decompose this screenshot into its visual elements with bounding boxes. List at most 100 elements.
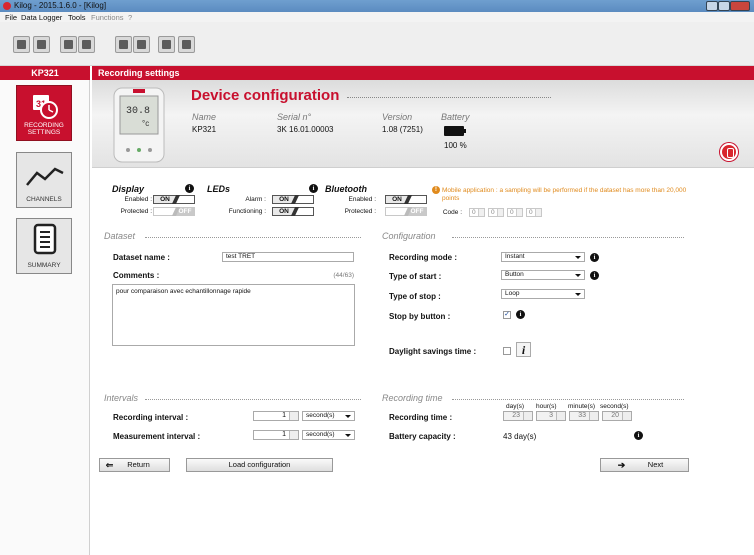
menu-functions[interactable]: Functions <box>91 13 124 22</box>
display-enabled-toggle[interactable]: ON <box>153 195 195 204</box>
export-icon[interactable] <box>133 36 150 53</box>
comments-label: Comments : <box>113 271 160 280</box>
info-icon[interactable]: i <box>185 184 194 193</box>
info-icon[interactable]: i <box>590 271 599 280</box>
bluetooth-protected-label: Protected : <box>344 208 376 215</box>
window-title: Kilog - 2015.1.6.0 - [Kilog] <box>14 1 107 10</box>
recording-interval-unit-select[interactable]: second(s) <box>302 411 355 421</box>
battery-icon <box>444 126 466 136</box>
serial-value: 3K 16.01.00003 <box>277 125 334 134</box>
dataset-name-input[interactable]: test TRET <box>222 252 354 262</box>
toolbar <box>0 22 754 66</box>
connect-icon[interactable] <box>178 36 195 53</box>
info-italic-icon[interactable]: i <box>516 342 531 357</box>
functioning-label: Functioning : <box>228 208 266 215</box>
unit-minutes: minute(s) <box>568 403 596 410</box>
divider <box>452 237 684 238</box>
svg-text:30.8: 30.8 <box>126 106 150 117</box>
save-icon[interactable] <box>33 36 50 53</box>
info-icon[interactable]: i <box>309 184 318 193</box>
comments-textarea[interactable]: pour comparaison avec echantillonnage ra… <box>112 284 355 346</box>
divider <box>347 97 551 98</box>
sidebar-item-label: CHANNELS <box>26 196 62 203</box>
recording-time-label: Recording time : <box>389 413 453 422</box>
alarm-led-toggle[interactable]: ON <box>272 195 314 204</box>
print-icon[interactable] <box>78 36 95 53</box>
page-title: Recording settings <box>98 68 180 78</box>
settings-icon[interactable] <box>158 36 175 53</box>
device-status-icon[interactable] <box>720 143 738 161</box>
code-digit-2[interactable]: 0 <box>488 208 504 217</box>
open-icon[interactable] <box>13 36 30 53</box>
menu-help[interactable]: ? <box>128 13 132 22</box>
app-logo-icon <box>3 2 11 10</box>
comments-count: (44/63) <box>333 272 354 279</box>
code-digit-4[interactable]: 0 <box>526 208 542 217</box>
device-config-title: Device configuration <box>191 87 340 104</box>
info-icon[interactable]: i <box>516 310 525 319</box>
battery-header: Battery <box>441 112 470 122</box>
recording-interval-label: Recording interval : <box>113 413 189 422</box>
menu-tools[interactable]: Tools <box>68 13 86 22</box>
sidebar-item-channels[interactable]: CHANNELS <box>16 152 72 208</box>
recording-time-section-title: Recording time <box>382 393 443 403</box>
svg-text:°c: °c <box>142 119 149 128</box>
close-button[interactable] <box>730 1 750 11</box>
battery-capacity-value: 43 day(s) <box>503 432 537 441</box>
recording-mode-select[interactable]: Instant <box>501 252 585 262</box>
measurement-interval-unit-select[interactable]: second(s) <box>302 430 355 440</box>
functioning-led-toggle[interactable]: ON <box>272 207 314 216</box>
battery-capacity-label: Battery capacity : <box>389 432 456 441</box>
info-icon[interactable]: i <box>590 253 599 262</box>
daylight-savings-checkbox[interactable] <box>503 347 511 355</box>
display-protected-label: Protected : <box>120 208 152 215</box>
display-enabled-label: Enabled : <box>124 196 152 203</box>
measurement-interval-spinner[interactable]: 1 <box>253 430 299 440</box>
info-icon[interactable]: i <box>634 431 643 440</box>
page-title-bar: Recording settings <box>92 66 754 80</box>
bluetooth-enabled-toggle[interactable]: ON <box>385 195 427 204</box>
name-value: KP321 <box>192 125 217 134</box>
download-icon[interactable] <box>115 36 132 53</box>
sidebar-item-summary[interactable]: SUMMARY <box>16 218 72 274</box>
bluetooth-protected-toggle[interactable]: OFF <box>385 207 427 216</box>
divider <box>145 237 361 238</box>
sidebar-item-label: SUMMARY <box>27 262 61 269</box>
stop-by-button-checkbox[interactable]: ✓ <box>503 311 511 319</box>
battery-value: 100 % <box>444 141 467 150</box>
recording-time-seconds: 20 <box>602 411 632 421</box>
warning-icon: ! <box>432 186 440 194</box>
menu-data-logger[interactable]: Data Logger <box>21 13 62 22</box>
type-of-start-label: Type of start : <box>389 272 442 281</box>
recording-mode-label: Recording mode : <box>389 253 458 262</box>
version-value: 1.08 (7251) <box>382 125 423 134</box>
measurement-interval-label: Measurement interval : <box>113 432 201 441</box>
bluetooth-warning: Mobile application : a sampling will be … <box>442 187 687 202</box>
calendar-clock-icon: 31 <box>33 95 58 119</box>
code-digit-1[interactable]: 0 <box>469 208 485 217</box>
next-button[interactable]: ➔ Next <box>600 458 689 472</box>
recording-time-days: 23 <box>503 411 533 421</box>
return-button[interactable]: ⇐ Return <box>99 458 170 472</box>
display-protected-toggle[interactable]: OFF <box>153 207 195 216</box>
load-configuration-button[interactable]: Load configuration <box>186 458 333 472</box>
unit-days: day(s) <box>506 403 525 410</box>
intervals-section-title: Intervals <box>104 393 139 403</box>
minimize-button[interactable] <box>706 1 718 11</box>
menu-file[interactable]: File <box>5 13 17 22</box>
recording-time-hours: 3 <box>536 411 566 421</box>
recording-interval-spinner[interactable]: 1 <box>253 411 299 421</box>
type-of-stop-select[interactable]: Loop <box>501 289 585 299</box>
arrow-right-icon: ➔ <box>617 460 626 470</box>
daylight-savings-label: Daylight savings time : <box>389 347 477 356</box>
code-digit-3[interactable]: 0 <box>507 208 523 217</box>
sidebar-item-recording-settings[interactable]: 31 RECORDING SETTINGS <box>16 85 72 141</box>
maximize-button[interactable] <box>718 1 730 11</box>
zoom-icon[interactable] <box>60 36 77 53</box>
code-label: Code : <box>442 209 462 216</box>
title-bar: Kilog - 2015.1.6.0 - [Kilog] <box>0 0 754 12</box>
type-of-start-select[interactable]: Button <box>501 270 585 280</box>
menu-bar: File Data Logger Tools Functions ? <box>0 12 754 22</box>
bluetooth-enabled-label: Enabled : <box>348 196 376 203</box>
name-header: Name <box>192 112 217 122</box>
